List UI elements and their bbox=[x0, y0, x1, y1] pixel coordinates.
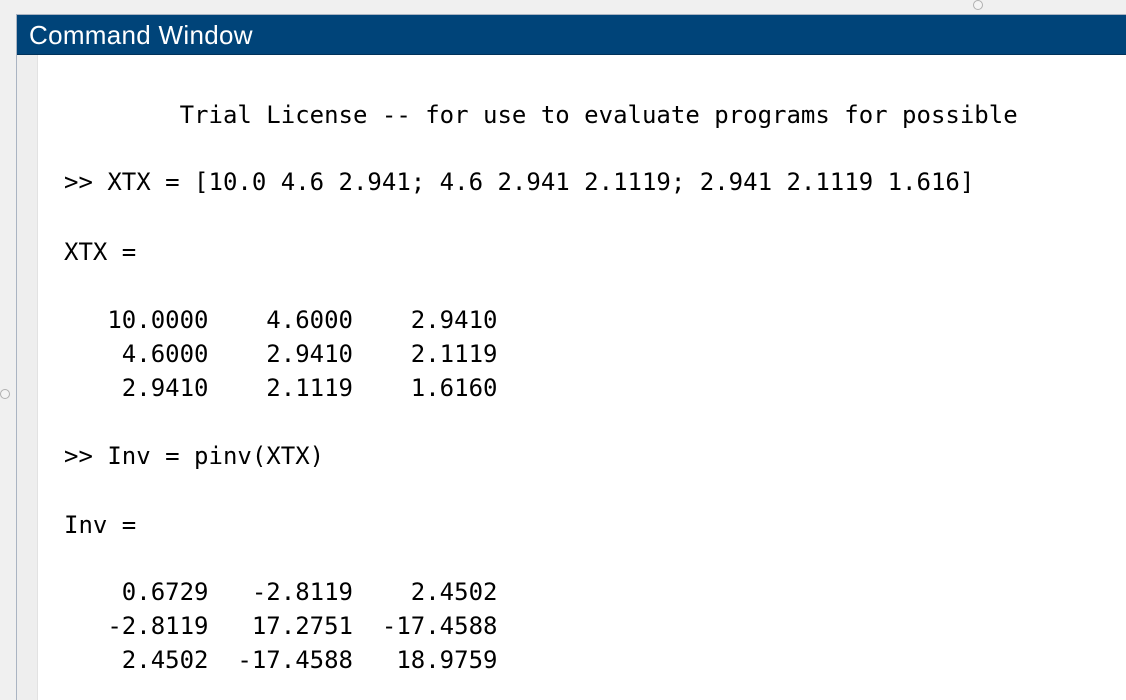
matrix-row: -2.8119 17.2751 -17.4588 bbox=[64, 612, 498, 640]
license-notice: Trial License -- for use to evaluate pro… bbox=[64, 101, 1018, 129]
output-label: XTX = bbox=[64, 238, 137, 266]
command-line: >> XTX = [10.0 4.6 2.941; 4.6 2.941 2.11… bbox=[64, 168, 975, 196]
matrix-row: 4.6000 2.9410 2.1119 bbox=[64, 340, 498, 368]
matrix-row: 10.0000 4.6000 2.9410 bbox=[64, 306, 498, 334]
matrix-row: 2.9410 2.1119 1.6160 bbox=[64, 374, 498, 402]
resize-handle-icon[interactable] bbox=[973, 0, 983, 10]
output-label: Inv = bbox=[64, 511, 137, 539]
resize-handle-icon[interactable] bbox=[0, 389, 10, 399]
command-window-gutter bbox=[17, 55, 38, 700]
command-console[interactable]: Trial License -- for use to evaluate pro… bbox=[38, 55, 1126, 700]
matrix-row: 2.4502 -17.4588 18.9759 bbox=[64, 646, 498, 674]
command-line: >> Inv = pinv(XTX) bbox=[64, 442, 325, 470]
command-window-title: Command Window bbox=[29, 20, 253, 50]
desktop-background: Command Window Trial License -- for use … bbox=[0, 0, 1126, 700]
matrix-row: 0.6729 -2.8119 2.4502 bbox=[64, 578, 498, 606]
command-window: Command Window Trial License -- for use … bbox=[16, 14, 1126, 700]
command-window-title-bar[interactable]: Command Window bbox=[17, 15, 1126, 55]
